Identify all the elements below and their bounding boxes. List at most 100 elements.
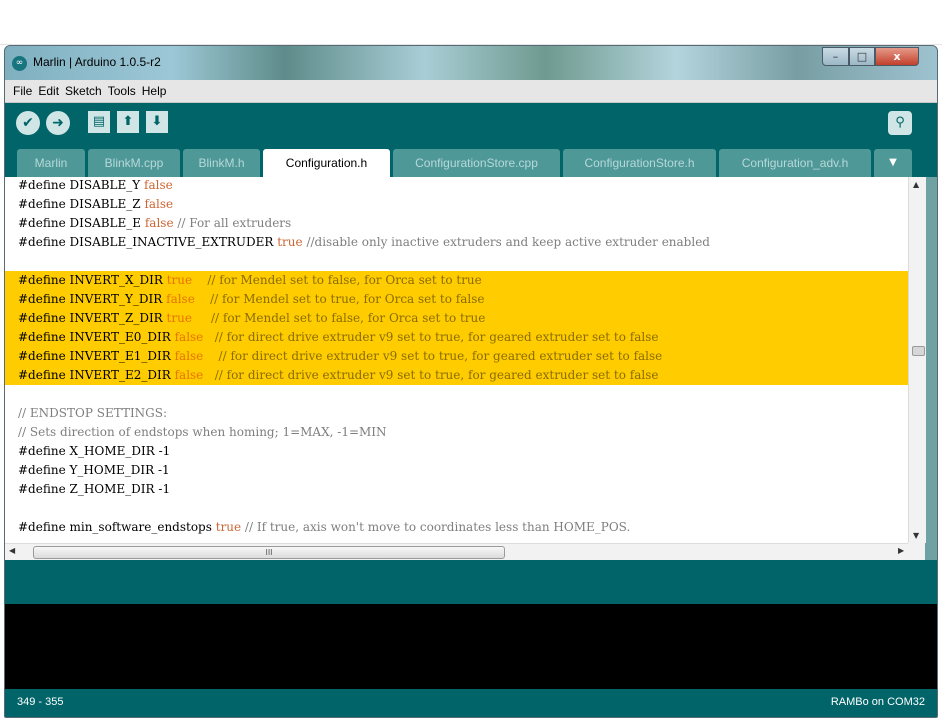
code-line[interactable]: [5, 499, 908, 518]
tab-blinkm-cpp[interactable]: BlinkM.cpp: [88, 149, 180, 177]
tab-menu-button[interactable]: ▼: [874, 149, 912, 177]
minimize-button[interactable]: –: [822, 47, 849, 66]
code-line-text: #define Z_HOME_DIR -1: [18, 480, 170, 499]
menu-help[interactable]: Help: [142, 84, 167, 98]
code-comment: // If true, axis won't move to coordinat…: [241, 520, 631, 534]
code-editor[interactable]: #define DISABLE_Y false #define DISABLE_Z…: [5, 177, 908, 543]
code-line-text: #define INVERT_E2_DIR false // for direc…: [18, 366, 658, 385]
tab-configuration-adv-h[interactable]: Configuration_adv.h: [719, 149, 871, 177]
code-line-text: #define INVERT_X_DIR true // for Mendel …: [18, 271, 482, 290]
code-line[interactable]: // Sets direction of endstops when homin…: [5, 423, 908, 442]
code-token: #define INVERT_E0_DIR: [18, 330, 175, 344]
tab-marlin[interactable]: Marlin: [17, 149, 85, 177]
tab-configurationstore-h[interactable]: ConfigurationStore.h: [563, 149, 716, 177]
code-token: #define min_software_endstops: [18, 520, 216, 534]
tab-bar: Marlin BlinkM.cpp BlinkM.h Configuration…: [5, 143, 937, 177]
serial-monitor-button[interactable]: ⚲: [888, 111, 912, 135]
scroll-up-icon[interactable]: ▲: [913, 180, 919, 189]
scroll-right-icon[interactable]: ▶: [898, 546, 904, 555]
verify-button[interactable]: ✔: [16, 111, 40, 135]
vertical-scroll-thumb[interactable]: [912, 346, 925, 356]
code-token: #define INVERT_Y_DIR: [18, 292, 167, 306]
code-line[interactable]: #define INVERT_X_DIR true // for Mendel …: [5, 271, 908, 290]
code-token: #define INVERT_E1_DIR: [18, 349, 175, 363]
magnifier-icon: ⚲: [895, 115, 905, 130]
code-comment: // for Mendel set to true, for Orca set …: [194, 292, 485, 306]
code-token: #define X_HOME_DIR -1: [18, 444, 171, 458]
code-line-text: #define INVERT_Y_DIR false // for Mendel…: [18, 290, 484, 309]
code-line-text: // ENDSTOP SETTINGS:: [18, 404, 167, 423]
code-keyword: false: [174, 368, 204, 382]
open-sketch-button[interactable]: ⬆: [117, 111, 139, 133]
code-line[interactable]: [5, 385, 908, 404]
window-title: Marlin | Arduino 1.0.5-r2: [33, 55, 161, 69]
code-line[interactable]: // ENDSTOP SETTINGS:: [5, 404, 908, 423]
code-comment: // ENDSTOP SETTINGS:: [18, 406, 168, 420]
code-line[interactable]: #define Z_HOME_DIR -1: [5, 480, 908, 499]
menu-sketch[interactable]: Sketch: [65, 84, 102, 98]
close-button[interactable]: x: [875, 47, 919, 66]
scroll-left-icon[interactable]: ◀: [9, 546, 15, 555]
code-comment: //disable only inactive extruders and ke…: [302, 235, 710, 249]
horizontal-scrollbar[interactable]: ◀ III ▶: [5, 543, 925, 560]
code-token: #define DISABLE_E: [18, 216, 145, 230]
code-line[interactable]: #define INVERT_Y_DIR false // for Mendel…: [5, 290, 908, 309]
code-line-text: #define INVERT_Z_DIR true // for Mendel …: [18, 309, 485, 328]
code-token: #define Z_HOME_DIR -1: [18, 482, 171, 496]
screen-top-strip: [0, 0, 942, 45]
code-line[interactable]: #define X_HOME_DIR -1: [5, 442, 908, 461]
save-sketch-button[interactable]: ⬇: [146, 111, 168, 133]
horizontal-scroll-thumb[interactable]: III: [33, 546, 505, 559]
code-token: #define Y_HOME_DIR -1: [18, 463, 170, 477]
title-bar[interactable]: ∞ Marlin | Arduino 1.0.5-r2 – □ x: [5, 46, 937, 80]
code-keyword: false: [144, 178, 173, 192]
code-line-text: #define DISABLE_E false // For all extru…: [18, 214, 291, 233]
code-comment: // for Mendel set to false, for Orca set…: [192, 273, 482, 287]
infinity-icon: ∞: [12, 56, 27, 71]
code-line-text: #define min_software_endstops true // If…: [18, 518, 630, 537]
code-line[interactable]: #define min_software_endstops true // If…: [5, 518, 908, 537]
scrollbar-corner: [908, 543, 925, 559]
code-keyword: false: [174, 349, 204, 363]
arrow-right-icon: ➜: [52, 115, 64, 131]
vertical-scrollbar[interactable]: ▲ ▼: [908, 177, 926, 543]
code-keyword: false: [144, 197, 174, 211]
console-output[interactable]: [5, 604, 937, 689]
code-comment: // For all extruders: [173, 216, 292, 230]
toolbar: ✔ ➜ ▤ ⬆ ⬇ ⚲: [5, 103, 937, 143]
code-token: #define DISABLE_INACTIVE_EXTRUDER: [18, 235, 278, 249]
code-keyword: false: [144, 216, 174, 230]
scroll-down-icon[interactable]: ▼: [913, 531, 919, 540]
code-line[interactable]: #define INVERT_E0_DIR false // for direc…: [5, 328, 908, 347]
message-area: [5, 560, 937, 604]
code-token: #define INVERT_E2_DIR: [18, 368, 175, 382]
code-line[interactable]: #define INVERT_Z_DIR true // for Mendel …: [5, 309, 908, 328]
code-line-text: #define X_HOME_DIR -1: [18, 442, 170, 461]
code-line-text: #define DISABLE_Y false: [18, 177, 173, 195]
code-line[interactable]: #define DISABLE_Z false: [5, 195, 908, 214]
code-line[interactable]: #define INVERT_E1_DIR false // for direc…: [5, 347, 908, 366]
upload-button[interactable]: ➜: [46, 111, 70, 135]
code-comment: // for direct drive extruder v9 set to t…: [203, 330, 659, 344]
status-bar: 349 - 355 RAMBo on COM32: [5, 689, 937, 717]
maximize-button[interactable]: □: [849, 47, 875, 66]
code-line[interactable]: #define DISABLE_E false // For all extru…: [5, 214, 908, 233]
code-token: #define DISABLE_Y: [18, 178, 145, 192]
new-sketch-button[interactable]: ▤: [88, 111, 110, 133]
code-keyword: false: [174, 330, 204, 344]
code-line[interactable]: [5, 252, 908, 271]
code-line[interactable]: #define Y_HOME_DIR -1: [5, 461, 908, 480]
code-line-text: #define DISABLE_INACTIVE_EXTRUDER true /…: [18, 233, 710, 252]
menu-file[interactable]: File: [13, 84, 32, 98]
menu-edit[interactable]: Edit: [38, 84, 59, 98]
tab-blinkm-h[interactable]: BlinkM.h: [183, 149, 260, 177]
board-port: RAMBo on COM32: [830, 696, 925, 708]
line-range: 349 - 355: [17, 696, 64, 708]
tab-configuration-h[interactable]: Configuration.h: [263, 149, 390, 177]
code-line[interactable]: #define DISABLE_Y false: [5, 177, 908, 195]
menu-tools[interactable]: Tools: [108, 84, 136, 98]
code-line[interactable]: #define DISABLE_INACTIVE_EXTRUDER true /…: [5, 233, 908, 252]
code-comment: // Sets direction of endstops when homin…: [18, 425, 387, 439]
tab-configurationstore-cpp[interactable]: ConfigurationStore.cpp: [393, 149, 560, 177]
code-line[interactable]: #define INVERT_E2_DIR false // for direc…: [5, 366, 908, 385]
